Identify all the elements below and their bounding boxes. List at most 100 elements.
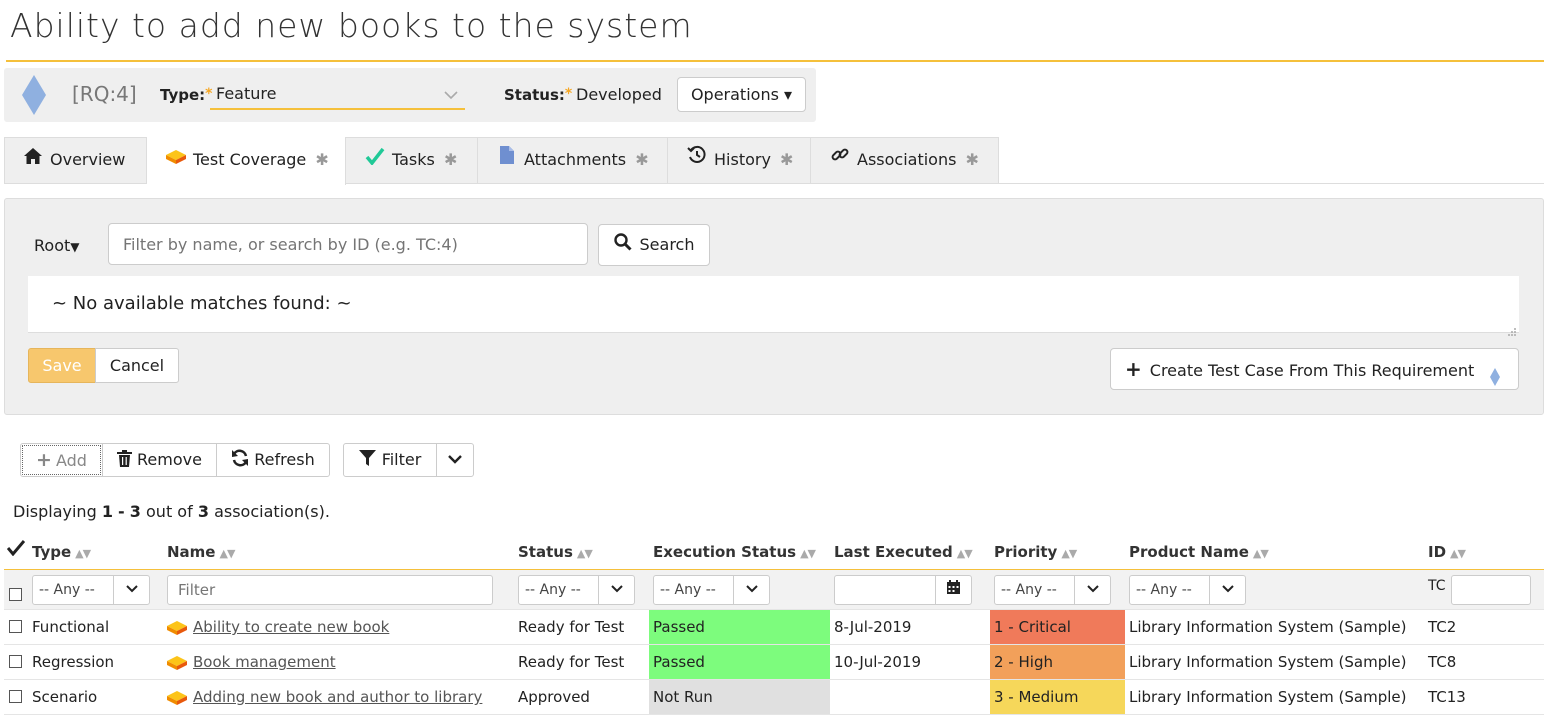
column-header-product-name[interactable]: Product Name ▲▼ [1129, 543, 1269, 561]
execution-status-filter-value: -- Any -- [660, 582, 716, 598]
test-case-link[interactable]: Adding new book and author to library [193, 688, 482, 706]
row-product: Library Information System (Sample) [1129, 653, 1407, 671]
trash-icon [117, 446, 133, 478]
resize-grip-icon[interactable] [1505, 323, 1517, 336]
row-execution-status: Passed [653, 653, 705, 671]
chevron-down-icon [1209, 576, 1245, 604]
search-label: Search [639, 235, 695, 254]
tab-label: Test Coverage [193, 150, 307, 169]
column-header-id[interactable]: ID ▲▼ [1428, 543, 1466, 561]
row-id: TC2 [1428, 618, 1457, 636]
chevron-down-icon [447, 450, 463, 469]
row-checkbox[interactable] [9, 655, 22, 668]
search-button[interactable]: Search [598, 224, 710, 266]
column-header-last-executed[interactable]: Last Executed ▲▼ [834, 543, 973, 561]
row-priority: 2 - High [994, 653, 1053, 671]
select-all-checkmark-icon[interactable] [6, 540, 26, 560]
row-product: Library Information System (Sample) [1129, 688, 1407, 706]
filter-button[interactable]: Filter [343, 443, 437, 477]
plus-icon: + [36, 449, 52, 471]
row-priority: 3 - Medium [994, 688, 1079, 706]
title-divider [6, 60, 1544, 62]
tab-associations[interactable]: Associations ✱ [811, 137, 999, 184]
coverage-search-input[interactable] [108, 223, 588, 265]
sort-icon[interactable]: ▲▼ [219, 547, 235, 560]
remove-button[interactable]: Remove [102, 443, 217, 477]
calendar-icon[interactable] [935, 576, 971, 604]
tab-attachments[interactable]: Attachments ✱ [478, 137, 668, 184]
cancel-button[interactable]: Cancel [95, 348, 179, 383]
row-divider [4, 609, 1544, 610]
select-all-checkbox[interactable] [9, 588, 22, 601]
add-button[interactable]: + Add [20, 443, 103, 477]
column-header-name[interactable]: Name ▲▼ [167, 543, 235, 561]
last-executed-date-filter[interactable] [834, 575, 972, 605]
row-priority: 1 - Critical [994, 618, 1071, 636]
test-case-link[interactable]: Ability to create new book [193, 618, 389, 636]
gear-icon: ✱ [630, 150, 649, 169]
row-divider [4, 644, 1544, 645]
id-filter-prefix: TC [1428, 578, 1446, 594]
sort-icon[interactable]: ▲▼ [1450, 547, 1466, 560]
status-filter-value: -- Any -- [525, 582, 581, 598]
history-icon [686, 137, 708, 183]
tab-overview[interactable]: Overview [4, 137, 147, 184]
sort-icon[interactable]: ▲▼ [75, 547, 91, 560]
tab-label: Tasks [392, 150, 435, 169]
chevron-down-icon [443, 86, 459, 105]
tab-label: Overview [50, 150, 126, 169]
row-status: Approved [518, 688, 590, 706]
sort-icon[interactable]: ▲▼ [1253, 547, 1269, 560]
required-marker: * [564, 86, 573, 102]
test-case-icon [166, 655, 188, 675]
home-icon [22, 137, 44, 183]
filter-label: Filter [381, 450, 422, 469]
chevron-down-icon [598, 576, 634, 604]
operations-dropdown-button[interactable]: Operations ▾ [677, 77, 806, 112]
refresh-label: Refresh [254, 450, 315, 469]
id-filter-input[interactable] [1451, 575, 1531, 605]
row-type: Functional [32, 618, 110, 636]
row-checkbox[interactable] [9, 690, 22, 703]
sort-icon[interactable]: ▲▼ [957, 547, 973, 560]
requirement-diamond-icon [1490, 361, 1500, 401]
tab-test-coverage[interactable]: Test Coverage ✱ [147, 137, 346, 185]
requirement-diamond-icon [22, 75, 46, 119]
column-header-status[interactable]: Status ▲▼ [518, 543, 593, 561]
refresh-icon [231, 446, 249, 478]
sort-icon[interactable]: ▲▼ [577, 547, 593, 560]
product-filter-value: -- Any -- [1136, 582, 1192, 598]
search-icon [613, 226, 632, 266]
column-header-execution-status[interactable]: Execution Status ▲▼ [653, 543, 816, 561]
row-last-executed: 10-Jul-2019 [834, 653, 922, 671]
root-folder-dropdown[interactable]: Root▼ [34, 236, 79, 255]
caret-down-icon: ▾ [784, 85, 793, 104]
type-filter-select[interactable]: -- Any -- [32, 575, 150, 605]
filter-options-dropdown[interactable] [436, 443, 474, 477]
no-matches-message: ~ No available matches found: ~ [52, 293, 352, 314]
status-filter-select[interactable]: -- Any -- [518, 575, 635, 605]
row-checkbox[interactable] [9, 620, 22, 633]
sort-icon[interactable]: ▲▼ [1061, 547, 1077, 560]
execution-status-filter-select[interactable]: -- Any -- [653, 575, 770, 605]
tab-label: Attachments [524, 150, 627, 169]
column-header-priority[interactable]: Priority ▲▼ [994, 543, 1077, 561]
type-dropdown[interactable]: Feature [210, 80, 465, 110]
tab-history[interactable]: History ✱ [668, 137, 811, 184]
test-case-link[interactable]: Book management [193, 653, 336, 671]
sort-icon[interactable]: ▲▼ [800, 547, 816, 560]
name-filter-input[interactable] [167, 575, 493, 605]
gear-icon: ✱ [774, 150, 794, 169]
column-header-type[interactable]: Type ▲▼ [32, 543, 91, 561]
row-status: Ready for Test [518, 653, 625, 671]
priority-filter-select[interactable]: -- Any -- [994, 575, 1111, 605]
tab-tasks[interactable]: Tasks ✱ [346, 137, 478, 184]
row-execution-status: Not Run [653, 688, 713, 706]
product-filter-select[interactable]: -- Any -- [1129, 575, 1246, 605]
save-button[interactable]: Save [28, 348, 96, 383]
row-divider [4, 714, 1544, 715]
row-id: TC13 [1428, 688, 1466, 706]
create-test-case-button[interactable]: + Create Test Case From This Requirement [1110, 348, 1519, 390]
refresh-button[interactable]: Refresh [216, 443, 330, 477]
row-product: Library Information System (Sample) [1129, 618, 1407, 636]
